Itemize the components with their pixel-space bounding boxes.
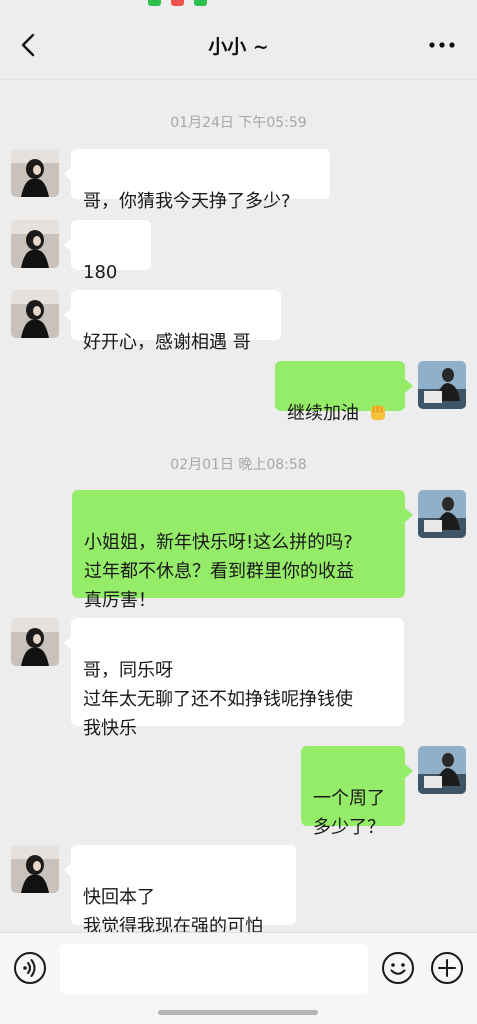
bubble-tail [405, 379, 413, 393]
message-text: 哥，你猜我今天挣了多少? [83, 191, 291, 212]
message-bubble-incoming[interactable]: 好开心，感谢相遇 哥 [71, 290, 281, 353]
message-text: 180 [83, 262, 118, 283]
message-text: 小姐姐，新年快乐呀!这么拼的吗? 过年都不休息？看到群里你的收益 真厉害！ [84, 532, 354, 611]
status-bar [0, 0, 477, 8]
ellipsis-icon [429, 42, 455, 48]
contact-avatar[interactable] [11, 618, 59, 666]
user-avatar[interactable] [418, 746, 466, 794]
message-bubble-incoming[interactable]: 哥，你猜我今天挣了多少? [71, 149, 330, 212]
emoji-icon [382, 952, 414, 984]
message-text: 哥，同乐呀 过年太无聊了还不如挣钱呢挣钱使 我快乐 [83, 660, 353, 739]
message-bubble-outgoing[interactable]: 小姐姐，新年快乐呀!这么拼的吗? 过年都不休息？看到群里你的收益 真厉害！ [72, 490, 405, 611]
user-avatar[interactable] [418, 361, 466, 409]
chat-area[interactable]: 01月24日 下午05:59 哥，你猜我今天挣了多少? 180 好开心，感谢相遇… [0, 80, 477, 937]
bubble-tail [405, 508, 413, 522]
more-features-button[interactable] [430, 951, 464, 985]
voice-button[interactable] [13, 951, 47, 985]
contact-avatar[interactable] [11, 290, 59, 338]
message-bubble-outgoing[interactable]: 继续加油 [275, 361, 405, 424]
message-bubble-incoming[interactable]: 哥，同乐呀 过年太无聊了还不如挣钱呢挣钱使 我快乐 [71, 618, 404, 739]
chat-header: 小小 ~ [0, 8, 477, 80]
fist-emoji-icon [367, 401, 389, 432]
input-bar [0, 932, 477, 1004]
status-app-icon [194, 0, 207, 6]
emoji-button[interactable] [381, 951, 415, 985]
message-text: 快回本了 我觉得我现在强的可怕 [83, 887, 263, 937]
plus-icon [431, 952, 463, 984]
message-text: 一个周了 多少了？ [313, 788, 385, 838]
status-app-icon [171, 0, 184, 6]
message-text: 好开心，感谢相遇 哥 [83, 332, 251, 353]
voice-icon [14, 952, 46, 984]
message-bubble-incoming[interactable]: 180 [71, 220, 151, 310]
user-avatar[interactable] [418, 490, 466, 538]
status-signal-icons [322, 0, 432, 6]
status-app-icon [148, 0, 161, 6]
bubble-tail [405, 764, 413, 778]
contact-avatar[interactable] [11, 149, 59, 197]
message-text: 继续加油 [287, 403, 359, 424]
contact-avatar[interactable] [11, 220, 59, 268]
contact-avatar[interactable] [11, 845, 59, 893]
message-bubble-incoming[interactable]: 快回本了 我觉得我现在强的可怕 [71, 845, 296, 937]
timestamp: 01月24日 下午05:59 [170, 115, 307, 131]
home-indicator[interactable] [158, 1010, 318, 1015]
chat-title: 小小 ~ [208, 36, 269, 58]
more-button[interactable] [427, 30, 457, 60]
timestamp: 02月01日 晚上08:58 [170, 457, 307, 473]
message-input[interactable] [60, 944, 368, 994]
message-bubble-outgoing[interactable]: 一个周了 多少了？ [301, 746, 405, 838]
